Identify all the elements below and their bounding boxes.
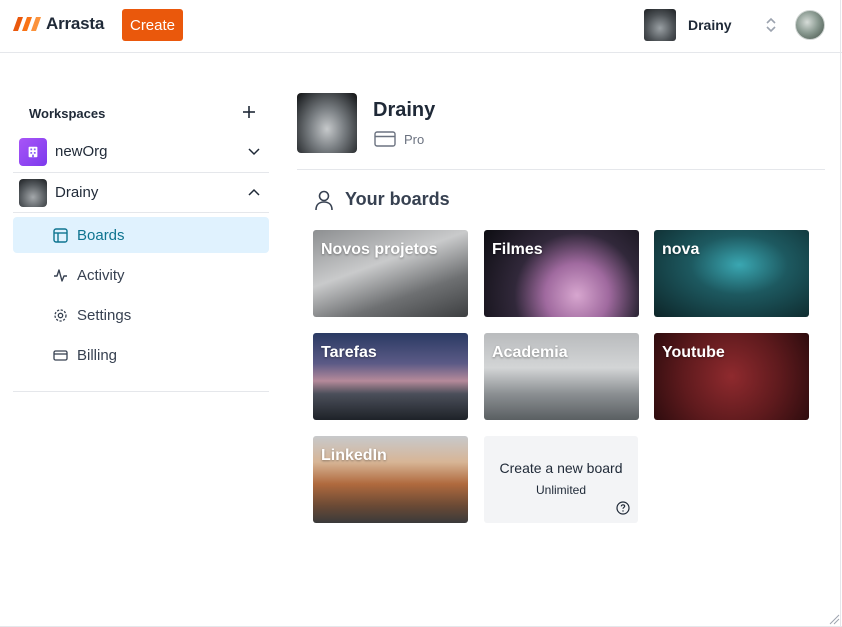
create-board-title: Create a new board: [499, 460, 623, 476]
sidebar: Workspaces newOrg Drainy Boards Activity…: [13, 95, 269, 392]
workspaces-title: Workspaces: [29, 105, 106, 121]
board-title: LinkedIn: [321, 447, 387, 464]
plan-label: Pro: [404, 131, 425, 147]
nav-item-boards[interactable]: Boards: [13, 217, 269, 253]
nav-item-settings[interactable]: Settings: [13, 297, 269, 333]
user-icon: [315, 190, 333, 211]
org-image: [19, 178, 47, 207]
settings-icon: [54, 309, 67, 322]
nav-item-billing[interactable]: Billing: [13, 337, 269, 373]
credit-card-icon: [374, 131, 396, 147]
help-icon[interactable]: [616, 501, 630, 515]
org-name: newOrg: [55, 143, 108, 160]
nav-label: Activity: [77, 266, 125, 284]
layout-icon: [53, 228, 68, 243]
nav-label: Boards: [77, 226, 125, 244]
credit-card-icon: [53, 350, 68, 361]
board-card[interactable]: Filmes: [484, 230, 639, 317]
org-row-drainy[interactable]: Drainy: [13, 172, 269, 213]
workspace-image: [297, 93, 357, 153]
board-title: Youtube: [662, 344, 725, 361]
nav-label: Settings: [77, 306, 132, 324]
board-card[interactable]: nova: [654, 230, 809, 317]
workspace-header: Drainy Pro: [297, 93, 825, 170]
board-card[interactable]: Tarefas: [313, 333, 468, 420]
board-card[interactable]: LinkedIn: [313, 436, 468, 523]
board-title: Novos projetos: [321, 241, 438, 258]
boards-header: Your boards: [297, 170, 825, 230]
chevron-up-down-icon: [766, 17, 776, 33]
org-nav: Boards Activity Settings Billing: [13, 217, 269, 373]
logo[interactable]: Arrasta: [13, 13, 104, 35]
top-bar: Arrasta Create Drainy: [0, 0, 842, 53]
org-switcher-image: [644, 9, 676, 41]
create-button[interactable]: Create: [122, 9, 183, 41]
org-name: Drainy: [55, 184, 99, 201]
building-icon: [19, 137, 47, 166]
main-content: Drainy Pro Your boards Novos projetos Fi…: [297, 93, 825, 523]
nav-label: Billing: [77, 346, 118, 364]
org-switcher[interactable]: Drainy: [644, 9, 782, 41]
resize-grip-icon[interactable]: [828, 613, 840, 625]
workspace-name: Drainy: [373, 99, 436, 121]
org-switcher-name: Drainy: [688, 17, 732, 33]
board-title: nova: [662, 241, 700, 258]
logo-text: Arrasta: [46, 14, 105, 33]
org-row-neworg[interactable]: newOrg: [13, 131, 269, 172]
chevron-up-icon: [248, 188, 260, 196]
chevron-down-icon: [248, 148, 260, 156]
workspaces-header: Workspaces: [13, 95, 269, 131]
plan-badge: Pro: [374, 131, 424, 147]
board-card[interactable]: Academia: [484, 333, 639, 420]
board-card[interactable]: Youtube: [654, 333, 809, 420]
sidebar-divider: [13, 391, 269, 392]
nav-item-activity[interactable]: Activity: [13, 257, 269, 293]
board-title: Filmes: [492, 241, 543, 258]
plus-icon[interactable]: [241, 104, 257, 120]
logo-icon: [13, 17, 41, 31]
boards-title: Your boards: [345, 189, 450, 209]
board-card[interactable]: Novos projetos: [313, 230, 468, 317]
activity-icon: [54, 269, 67, 282]
window-edge: [840, 0, 841, 627]
create-board-subtitle: Unlimited: [535, 483, 586, 497]
board-title: Academia: [492, 344, 568, 361]
create-board-button[interactable]: Create a new board Unlimited: [484, 436, 638, 523]
user-avatar[interactable]: [795, 10, 825, 40]
board-title: Tarefas: [321, 344, 377, 361]
